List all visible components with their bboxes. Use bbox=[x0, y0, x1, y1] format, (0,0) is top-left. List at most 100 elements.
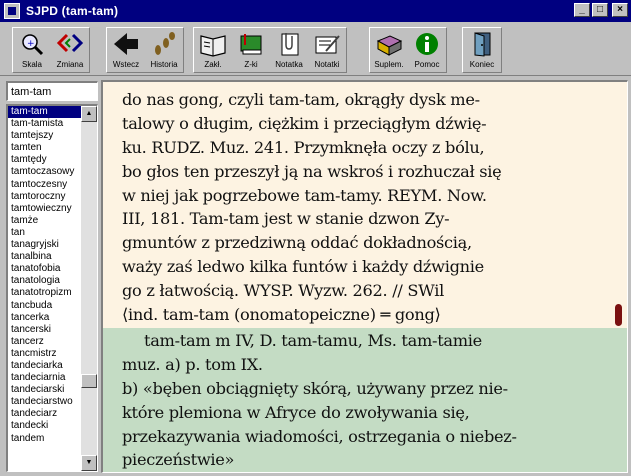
word-list-item[interactable]: tamtowieczny bbox=[8, 203, 82, 215]
scroll-thumb[interactable] bbox=[81, 374, 97, 388]
current-entry-text: tam-tam m IV, D. tam-tamu, Ms. tam-tamie… bbox=[122, 329, 517, 472]
text-line: ku. RUDZ. Muz. 241. Przymknęła oczy z bó… bbox=[122, 137, 485, 157]
word-list-item[interactable]: tancerz bbox=[8, 336, 82, 348]
info-icon bbox=[416, 33, 438, 55]
notes-pencil-icon bbox=[315, 35, 340, 54]
word-list-scrollbar[interactable]: ▲ ▼ bbox=[81, 106, 97, 471]
word-list-item[interactable]: tamtędy bbox=[8, 154, 82, 166]
word-list-item[interactable]: tamtoczesny bbox=[8, 179, 82, 191]
word-list-item[interactable]: tan bbox=[8, 227, 82, 239]
window-controls: _ □ × bbox=[574, 3, 628, 17]
change-label: Zmiana bbox=[56, 60, 84, 69]
text-line: muz. a) p. tom IX. bbox=[122, 354, 263, 374]
word-list-item[interactable]: tancerski bbox=[8, 324, 82, 336]
note-label: Notatka bbox=[275, 60, 303, 69]
scroll-down-button[interactable]: ▼ bbox=[81, 455, 97, 471]
maximize-button[interactable]: □ bbox=[592, 3, 608, 17]
word-list[interactable]: tam-tam tam-tamista tamtejszy tamten tamtędy… bbox=[6, 104, 98, 472]
word-list-item[interactable]: tanatologia bbox=[8, 275, 82, 287]
window-title: SJPD (tam-tam) bbox=[26, 4, 119, 18]
supplement-book-icon bbox=[376, 35, 403, 56]
text-line: pieczeństwie» bbox=[122, 450, 235, 470]
text-line: gmuntów z przedziwną oddać dokładnością, bbox=[122, 233, 472, 253]
word-list-item[interactable]: tandeciarstwo bbox=[8, 396, 82, 408]
toolbar-group-view: + Skala Zmiana bbox=[12, 27, 90, 73]
word-list-item[interactable]: tandeciarski bbox=[8, 384, 82, 396]
paperclip-icon bbox=[281, 33, 299, 56]
history-label: Historia bbox=[150, 60, 178, 69]
word-list-item[interactable]: tanatofobia bbox=[8, 263, 82, 275]
scale-label: Skala bbox=[21, 60, 42, 69]
toolbar: + Skala Zmiana Wstecz Historia Zakł. Z-k… bbox=[0, 22, 631, 76]
word-list-item[interactable]: tanalbina bbox=[8, 251, 82, 263]
text-line: bo głos ten przeszył ją na wskroś i rozh… bbox=[122, 161, 502, 181]
toolbar-group-tools: Zakł. Z-ki Notatka Notatki bbox=[193, 27, 347, 73]
bookmark-label: Zakł. bbox=[204, 60, 222, 69]
word-list-item[interactable]: tandeciarz bbox=[8, 408, 82, 420]
text-line: przekazywania wiadomości, ostrzegania o … bbox=[122, 426, 517, 446]
toolbar-group-exit: Koniec bbox=[462, 27, 502, 73]
word-list-item[interactable]: tamtejszy bbox=[8, 130, 82, 142]
note-button[interactable]: Notatka bbox=[270, 28, 308, 72]
swap-arrows-icon bbox=[56, 33, 84, 53]
word-list-item[interactable]: tamże bbox=[8, 215, 82, 227]
back-button[interactable]: Wstecz bbox=[107, 28, 145, 72]
close-button[interactable]: × bbox=[612, 3, 628, 17]
search-input[interactable] bbox=[6, 81, 98, 101]
word-list-item[interactable]: tam-tamista bbox=[8, 118, 82, 130]
help-button[interactable]: Pomoc bbox=[408, 28, 446, 72]
word-list-item[interactable]: tam-tam bbox=[8, 106, 82, 119]
supplement-button[interactable]: Suplem. bbox=[370, 28, 408, 72]
exit-button[interactable]: Koniec bbox=[463, 28, 501, 72]
text-line: do nas gong, czyli tam-tam, okrągły dysk… bbox=[122, 90, 480, 109]
magnifier-icon: + bbox=[22, 34, 44, 56]
text-line: III, 181. Tam-tam jest w stanie dzwon Zy… bbox=[122, 209, 450, 229]
minimize-button[interactable]: _ bbox=[574, 3, 590, 17]
text-line: go z łatwością. WYSP. Wyzw. 262. // SWil bbox=[122, 281, 444, 301]
book-icon bbox=[200, 35, 226, 57]
word-list-item[interactable]: tanagryjski bbox=[8, 239, 82, 251]
history-button[interactable]: Historia bbox=[145, 28, 183, 72]
text-line: talowy o długim, ciężkim i przeciągłym d… bbox=[122, 113, 487, 133]
word-list-item[interactable]: tamten bbox=[8, 142, 82, 154]
word-list-item[interactable]: tandeciarka bbox=[8, 360, 82, 372]
exit-door-icon bbox=[474, 32, 491, 57]
word-list-item[interactable]: tandem bbox=[8, 433, 82, 445]
bookmarks-button[interactable]: Z-ki bbox=[232, 28, 270, 72]
word-list-item[interactable]: tanatotropizm bbox=[8, 287, 82, 299]
change-button[interactable]: Zmiana bbox=[51, 28, 89, 72]
word-list-item[interactable]: tancmistrz bbox=[8, 348, 82, 360]
word-list-item[interactable]: tamtoczasowy bbox=[8, 166, 82, 178]
content-scroll-thumb[interactable] bbox=[615, 304, 622, 326]
toolbar-group-help: Suplem. Pomoc bbox=[369, 27, 447, 73]
green-book-icon bbox=[240, 34, 262, 55]
bookmark-button[interactable]: Zakł. bbox=[194, 28, 232, 72]
help-label: Pomoc bbox=[414, 60, 440, 69]
word-list-item[interactable]: tamtoroczny bbox=[8, 191, 82, 203]
app-icon[interactable] bbox=[4, 3, 20, 19]
scroll-up-button[interactable]: ▲ bbox=[81, 106, 97, 122]
exit-label: Koniec bbox=[469, 60, 495, 69]
previous-entry-text: do nas gong, czyli tam-tam, okrągły dysk… bbox=[122, 88, 502, 327]
notes-label: Notatki bbox=[314, 60, 340, 69]
text-line: waży zaś ledwo kilka funtów i każdy dźwi… bbox=[122, 257, 484, 277]
text-line: b) «bęben obciągnięty skórą, używany prz… bbox=[122, 378, 508, 398]
word-list-item[interactable]: tancbuda bbox=[8, 300, 82, 312]
notes-button[interactable]: Notatki bbox=[308, 28, 346, 72]
supplement-label: Suplem. bbox=[374, 60, 404, 69]
word-list-item[interactable]: tandeciarnia bbox=[8, 372, 82, 384]
footprints-icon bbox=[155, 32, 175, 55]
back-label: Wstecz bbox=[112, 60, 140, 69]
dictionary-entry-pane[interactable]: do nas gong, czyli tam-tam, okrągły dysk… bbox=[101, 80, 628, 473]
text-line: w niej jak pogrzebowe tam-tamy. REYM. No… bbox=[122, 185, 487, 205]
text-line: ⟨ind. tam-tam (onomatopeiczne) ═ gong⟩ bbox=[122, 305, 441, 325]
word-list-item[interactable]: tandecki bbox=[8, 420, 82, 432]
toolbar-group-nav: Wstecz Historia bbox=[106, 27, 184, 73]
bookmarks-label: Z-ki bbox=[244, 60, 258, 69]
word-list-item[interactable]: tancerka bbox=[8, 312, 82, 324]
text-line: które plemiona w Afryce do zwoływania si… bbox=[122, 402, 470, 422]
content-scrollbar-lower bbox=[609, 328, 627, 472]
title-bar: SJPD (tam-tam) _ □ × bbox=[0, 0, 631, 22]
svg-text:+: + bbox=[27, 39, 35, 49]
scale-button[interactable]: + Skala bbox=[13, 28, 51, 72]
